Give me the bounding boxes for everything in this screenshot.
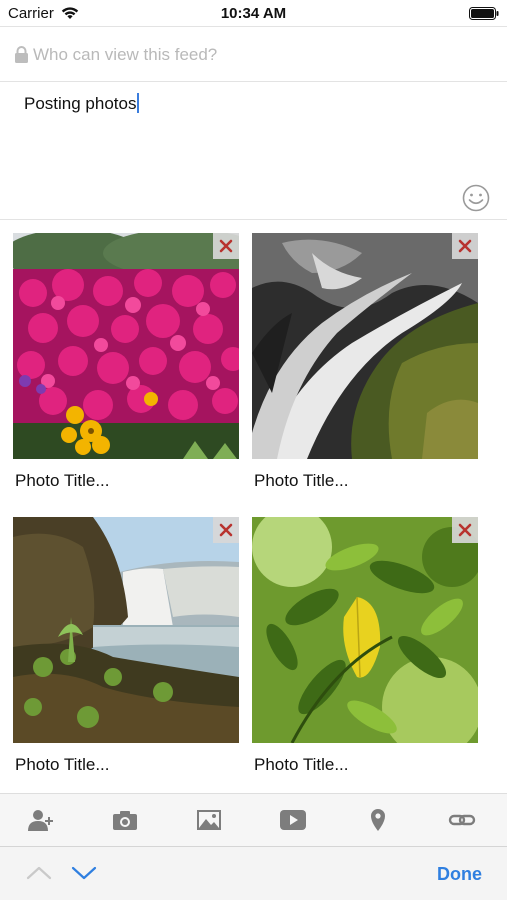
compose-text-area[interactable]: Posting photos	[0, 82, 507, 220]
keyboard-accessory-bar: Done	[0, 846, 507, 900]
done-button[interactable]: Done	[437, 864, 482, 885]
remove-photo-button[interactable]	[452, 233, 478, 259]
chevron-down-icon[interactable]	[70, 863, 98, 883]
link-icon	[448, 814, 476, 826]
lock-icon	[15, 46, 28, 63]
location-button[interactable]	[364, 808, 392, 832]
camera-button[interactable]	[111, 808, 139, 832]
close-icon	[458, 239, 472, 253]
video-button[interactable]	[279, 808, 307, 832]
photo-title[interactable]: Photo Title...	[15, 471, 110, 491]
photo-thumbnail-leaves[interactable]	[252, 517, 478, 743]
smiley-icon[interactable]	[462, 184, 490, 212]
clock-label: 10:34 AM	[220, 5, 287, 22]
text-caret	[137, 93, 140, 113]
add-person-button[interactable]	[27, 808, 55, 832]
photo-thumbnail-waterfall-lake[interactable]	[13, 517, 239, 743]
status-bar: Carrier 10:34 AM	[0, 0, 507, 26]
image-icon	[197, 810, 221, 830]
location-pin-icon	[371, 809, 385, 831]
visibility-placeholder: Who can view this feed?	[33, 45, 218, 64]
remove-photo-button[interactable]	[213, 517, 239, 543]
remove-photo-button[interactable]	[213, 233, 239, 259]
photo-title[interactable]: Photo Title...	[254, 755, 349, 775]
photo-title[interactable]: Photo Title...	[254, 471, 349, 491]
video-icon	[280, 810, 306, 830]
photo-grid: Photo Title... Photo Title... Photo Titl…	[0, 220, 507, 793]
link-button[interactable]	[448, 808, 476, 832]
add-person-icon	[28, 810, 53, 831]
attachment-toolbar	[0, 793, 507, 846]
chevron-up-icon[interactable]	[25, 863, 53, 883]
image-button[interactable]	[195, 808, 223, 832]
close-icon	[219, 239, 233, 253]
close-icon	[458, 523, 472, 537]
compose-text: Posting photos	[24, 94, 137, 113]
close-icon	[219, 523, 233, 537]
battery-icon	[469, 7, 499, 20]
photo-thumbnail-flowers[interactable]	[13, 233, 239, 459]
remove-photo-button[interactable]	[452, 517, 478, 543]
visibility-selector[interactable]: Who can view this feed?	[0, 26, 507, 82]
photo-title[interactable]: Photo Title...	[15, 755, 110, 775]
photo-thumbnail-waterfall-rocks[interactable]	[252, 233, 478, 459]
camera-icon	[113, 811, 137, 830]
